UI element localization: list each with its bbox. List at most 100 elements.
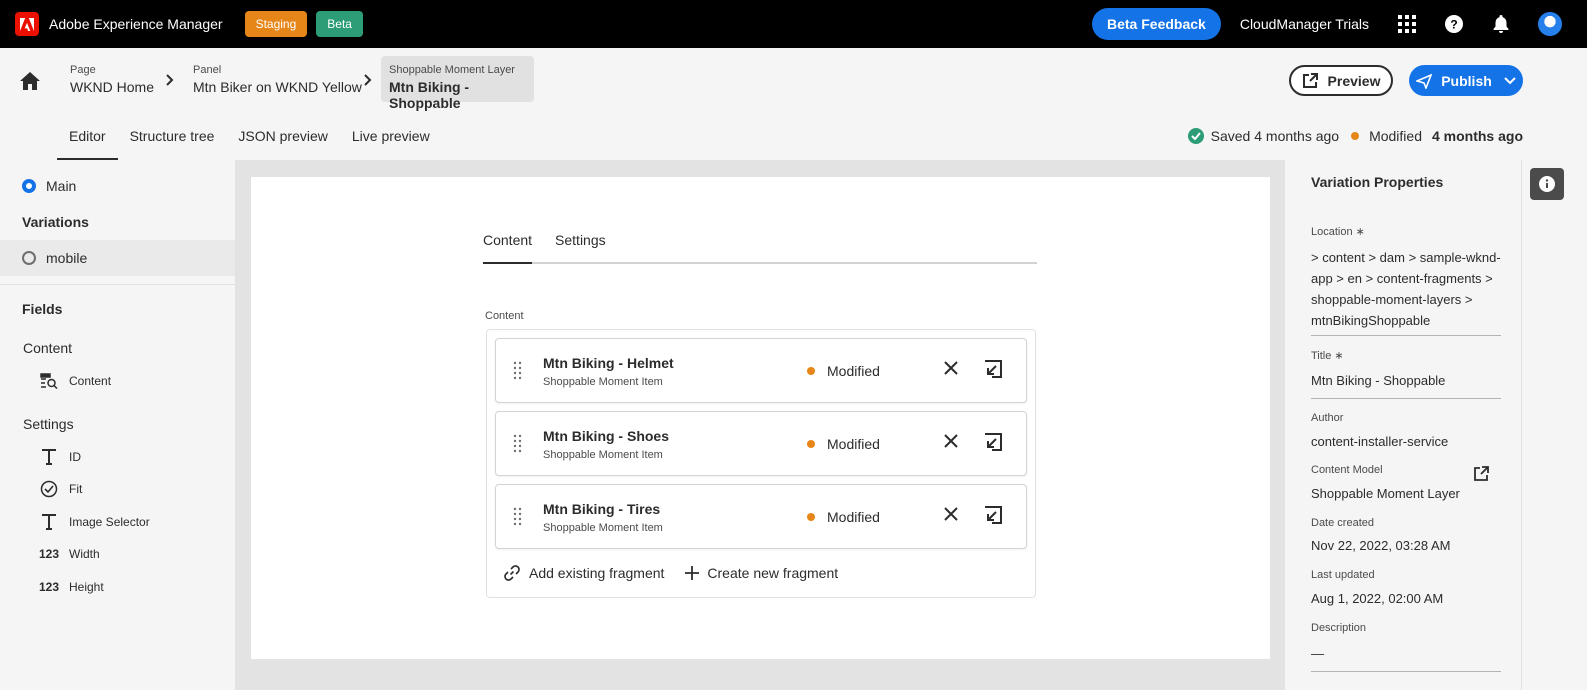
modified-dot [807, 513, 815, 521]
adobe-logo-icon[interactable] [15, 12, 39, 36]
open-external-icon[interactable] [1473, 466, 1489, 482]
field-content[interactable]: Content [0, 365, 235, 398]
tab-structure-tree[interactable]: Structure tree [118, 120, 227, 160]
breadcrumb-page[interactable]: Page WKND Home [62, 56, 162, 102]
drag-handle-icon[interactable] [513, 507, 523, 527]
tab-editor[interactable]: Editor [57, 120, 118, 160]
tab-settings[interactable]: Settings [555, 229, 606, 264]
check-circle-icon [39, 479, 59, 499]
open-in-editor-icon[interactable] [984, 433, 1004, 453]
location-label: Location ∗ [1311, 226, 1365, 238]
fragment-item[interactable]: Mtn Biking - Helmet Shoppable Moment Ite… [495, 338, 1027, 403]
org-switcher[interactable]: CloudManager Trials [1240, 16, 1369, 32]
open-external-icon [1302, 72, 1318, 88]
fragment-item[interactable]: Mtn Biking - Tires Shoppable Moment Item… [495, 484, 1027, 549]
close-icon[interactable] [944, 361, 962, 379]
field-id[interactable]: ID [0, 441, 235, 474]
last-updated-label: Last updated [1311, 569, 1375, 581]
content-group-title: Content [23, 340, 73, 356]
number-type-icon: 123 [38, 579, 60, 594]
field-image-selector[interactable]: Image Selector [0, 506, 235, 539]
close-icon[interactable] [944, 434, 962, 452]
open-in-editor-icon[interactable] [984, 360, 1004, 380]
fragment-status: Modified [807, 509, 880, 525]
form-tabs: Content Settings [483, 229, 1037, 264]
open-in-editor-icon[interactable] [984, 506, 1004, 526]
chevron-down-icon[interactable] [1504, 76, 1516, 85]
apps-grid-icon[interactable] [1397, 14, 1417, 34]
modified-time: 4 months ago [1431, 128, 1523, 144]
home-icon[interactable] [20, 72, 40, 92]
variation-main[interactable]: Main [0, 168, 235, 204]
saved-status: Saved 4 months ago [1210, 128, 1340, 144]
divider [0, 284, 235, 285]
top-bar: Adobe Experience Manager Staging Beta Be… [0, 0, 1587, 48]
create-new-fragment-button[interactable]: Create new fragment [685, 565, 838, 581]
text-type-icon [39, 447, 59, 467]
radio-unselected[interactable] [22, 251, 36, 265]
variation-mobile[interactable]: mobile [0, 240, 235, 276]
beta-badge: Beta [316, 11, 363, 37]
user-avatar[interactable] [1538, 12, 1562, 36]
publish-button[interactable]: Publish [1409, 65, 1523, 96]
chevron-right-icon [364, 73, 372, 91]
breadcrumb-panel[interactable]: Panel Mtn Biker on WKND Yellow [185, 56, 370, 102]
drag-handle-icon[interactable] [513, 361, 523, 381]
location-value: > content > dam > sample-wknd-app > en >… [1311, 250, 1501, 328]
editor-header: Page WKND Home Panel Mtn Biker on WKND Y… [0, 48, 1587, 160]
app-title[interactable]: Adobe Experience Manager [49, 16, 223, 32]
tab-content[interactable]: Content [483, 229, 533, 264]
tab-live-preview[interactable]: Live preview [340, 120, 442, 160]
date-created-value: Nov 22, 2022, 03:28 AM [1311, 538, 1451, 553]
author-value: content-installer-service [1311, 434, 1449, 449]
plus-icon [685, 566, 700, 580]
fragment-title: Mtn Biking - Helmet [543, 355, 674, 371]
fragment-item[interactable]: Mtn Biking - Shoes Shoppable Moment Item… [495, 411, 1027, 476]
title-input[interactable]: Mtn Biking - Shoppable [1311, 370, 1501, 391]
svg-text:?: ? [1450, 18, 1457, 32]
preview-button[interactable]: Preview [1289, 65, 1393, 96]
panel-title: Variation Properties [1311, 174, 1444, 190]
properties-panel: Variation Properties Location ∗ > conten… [1285, 160, 1521, 690]
fragment-status: Modified [807, 436, 880, 452]
fields-title: Fields [22, 301, 63, 317]
author-label: Author [1311, 412, 1344, 424]
radio-selected[interactable] [22, 179, 36, 193]
beta-feedback-button[interactable]: Beta Feedback [1092, 8, 1221, 40]
field-height[interactable]: 123 Height [0, 571, 235, 604]
fragment-model: Shoppable Moment Item [543, 522, 663, 534]
divider [1311, 671, 1501, 672]
settings-group-title: Settings [23, 415, 74, 432]
variations-title: Variations [22, 214, 89, 230]
side-rail [1521, 160, 1587, 690]
tab-json-preview[interactable]: JSON preview [226, 120, 339, 160]
link-icon [504, 565, 520, 581]
fragment-actions: Add existing fragment Create new fragmen… [503, 564, 859, 582]
fragment-list: Mtn Biking - Helmet Shoppable Moment Ite… [486, 329, 1036, 598]
add-existing-fragment-button[interactable]: Add existing fragment [503, 564, 664, 582]
field-width[interactable]: 123 Width [0, 538, 235, 571]
date-created-label: Date created [1311, 517, 1374, 529]
description-input[interactable]: — [1311, 643, 1501, 664]
notifications-bell-icon[interactable] [1491, 14, 1511, 34]
modified-dot [807, 367, 815, 375]
drag-handle-icon[interactable] [513, 434, 523, 454]
save-status: Saved 4 months ago Modified 4 months ago [1187, 128, 1523, 144]
staging-badge: Staging [244, 11, 308, 37]
info-icon[interactable] [1530, 168, 1564, 200]
number-type-icon: 123 [38, 547, 60, 562]
breadcrumb-current[interactable]: Shoppable Moment Layer Mtn Biking - Shop… [381, 56, 534, 111]
divider [1311, 335, 1501, 336]
editor-tabs: Editor Structure tree JSON preview Live … [57, 120, 442, 160]
modified-label: Modified [1369, 128, 1422, 144]
field-fit[interactable]: Fit [0, 473, 235, 506]
editor-form: Content Settings Content Mtn Biking - He… [251, 177, 1270, 659]
content-model-label: Content Model [1311, 464, 1383, 476]
description-label: Description [1311, 622, 1367, 634]
publish-send-icon [1416, 73, 1433, 89]
close-icon[interactable] [944, 507, 962, 525]
modified-dot [807, 440, 815, 448]
chevron-right-icon [166, 73, 174, 91]
help-icon[interactable]: ? [1444, 14, 1464, 34]
left-panel: Main Variations mobile Fields Content Co… [0, 160, 236, 690]
